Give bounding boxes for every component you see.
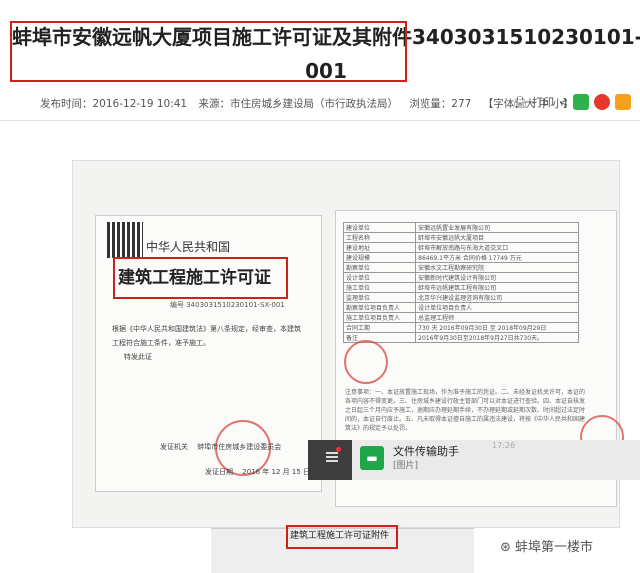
permit-date: 发证日期 2016 年 12 月 15 日 (205, 468, 310, 476)
view-count: 浏览量：277 (409, 98, 472, 110)
table-cell: 工程名称 (342, 232, 417, 243)
chat-name: 文件传输助手 (393, 445, 459, 458)
table-cell: 北京华兴建设监理咨询有限公司 (415, 292, 579, 303)
table-cell: 2016年9月30日至2018年9月27日共730天。 (415, 332, 579, 343)
table-row: 设计单位 安徽新时代建筑设计有限公司 (342, 272, 579, 283)
publish-time: 发布时间：2016-12-19 10:41 (40, 98, 188, 110)
wechat-icon[interactable] (573, 94, 590, 110)
unread-badge (336, 447, 341, 452)
table-cell: 监理单位 (342, 292, 417, 303)
weibo-icon[interactable] (594, 94, 611, 110)
qr-code-icon (107, 222, 143, 258)
permit-title-highlight-box (113, 257, 288, 299)
file-transfer-icon: ▬ (360, 446, 384, 470)
permit-details-table: 建设单位 安徽远帆置业发展有限公司 工程名称 蚌埠市安徽远帆大厦项目 建设地址 蚌埠市解放… (342, 222, 579, 343)
table-cell: 730 天 2016年09月30日 至 2018年09月29日 (415, 322, 579, 333)
table-cell: 总监理工程师 (415, 312, 579, 323)
star-icon[interactable] (615, 94, 632, 110)
wechat-official-icon: ⊛ (500, 540, 511, 555)
seal-icon (344, 340, 388, 384)
permit-issuer: 发证机关 蚌埠市住房城乡建设委员会 (160, 443, 282, 451)
table-cell: 施工单位项目负责人 (342, 312, 417, 323)
chat-preview: [图片] (393, 461, 419, 471)
menu-icon[interactable] (326, 450, 338, 462)
printer-icon[interactable]: 🖨 (513, 96, 527, 109)
table-cell: 蚌埠市安徽远帆大厦项目 (415, 232, 579, 243)
table-cell: 设计单位 (342, 272, 417, 283)
table-row: 施工单位项目负责人 总监理工程师 (342, 312, 579, 323)
table-row: 建设规模 86469.1平方米 合同价格 17749 万元 (342, 252, 579, 263)
table-row: 工程名称 蚌埠市安徽远帆大厦项目 (342, 232, 579, 243)
permit-body: 根据《中华人民共和国建筑法》第八条规定，经审查，本建筑工程符合施工条件，准予施工… (112, 325, 301, 361)
table-cell: 安徽水文工程勘察研究院 (415, 262, 579, 273)
permit-notes: 注意事项：一、本证放置施工现场，作为准予施工的凭证。二、未经发证机关许可，本证的… (345, 389, 586, 432)
header-divider (0, 120, 640, 121)
title-highlight-box (10, 21, 407, 82)
watermark: ⊛ 蚌埠第一楼市 (500, 540, 594, 555)
table-row: 勘察单位项目负责人 设计单位项目负责人 (342, 302, 579, 313)
table-row: 施工单位 蚌埠市远帆建筑工程有限公司 (342, 282, 579, 293)
attachment-highlight-box (286, 525, 398, 549)
table-cell: 建设单位 (342, 222, 417, 233)
share-bar: 🖨 打印 < (513, 94, 632, 110)
table-row: 勘察单位 安徽水文工程勘察研究院 (342, 262, 579, 273)
share-icon[interactable]: < (559, 96, 568, 109)
table-cell: 勘察单位项目负责人 (342, 302, 417, 313)
table-cell: 蚌埠市解放南路与东海大道交叉口 (415, 242, 579, 253)
table-row: 建设地址 蚌埠市解放南路与东海大道交叉口 (342, 242, 579, 253)
article-header: 蚌埠市安徽远帆大厦项目施工许可证及其附件3403031510230101-S 0… (0, 0, 640, 90)
article-source: 来源：市住房城乡建设局（市行政执法局） (198, 98, 398, 110)
table-cell: 备注 (342, 332, 417, 343)
table-cell: 86469.1平方米 合同价格 17749 万元 (415, 252, 579, 263)
table-cell: 蚌埠市远帆建筑工程有限公司 (415, 282, 579, 293)
table-cell: 勘察单位 (342, 262, 417, 273)
permit-number: 编号 3403031510230101-SX-001 (170, 301, 285, 309)
table-cell: 安徽远帆置业发展有限公司 (415, 222, 579, 233)
table-cell: 安徽新时代建筑设计有限公司 (415, 272, 579, 283)
table-row: 监理单位 北京华兴建设监理咨询有限公司 (342, 292, 579, 303)
table-cell: 合同工期 (342, 322, 417, 333)
article-meta: 发布时间：2016-12-19 10:41 来源：市住房城乡建设局（市行政执法局… (40, 96, 581, 111)
table-row: 备注 2016年9月30日至2018年9月27日共730天。 (342, 332, 579, 343)
chat-time: 17:26 (492, 441, 516, 450)
table-cell: 建设规模 (342, 252, 417, 263)
table-row: 合同工期 730 天 2016年09月30日 至 2018年09月29日 (342, 322, 579, 333)
permit-country: 中华人民共和国 (146, 240, 231, 254)
table-row: 建设单位 安徽远帆置业发展有限公司 (342, 222, 579, 233)
table-cell: 建设地址 (342, 242, 417, 253)
print-link[interactable]: 打印 (532, 94, 554, 110)
table-cell: 设计单位项目负责人 (415, 302, 579, 313)
table-cell: 施工单位 (342, 282, 417, 293)
